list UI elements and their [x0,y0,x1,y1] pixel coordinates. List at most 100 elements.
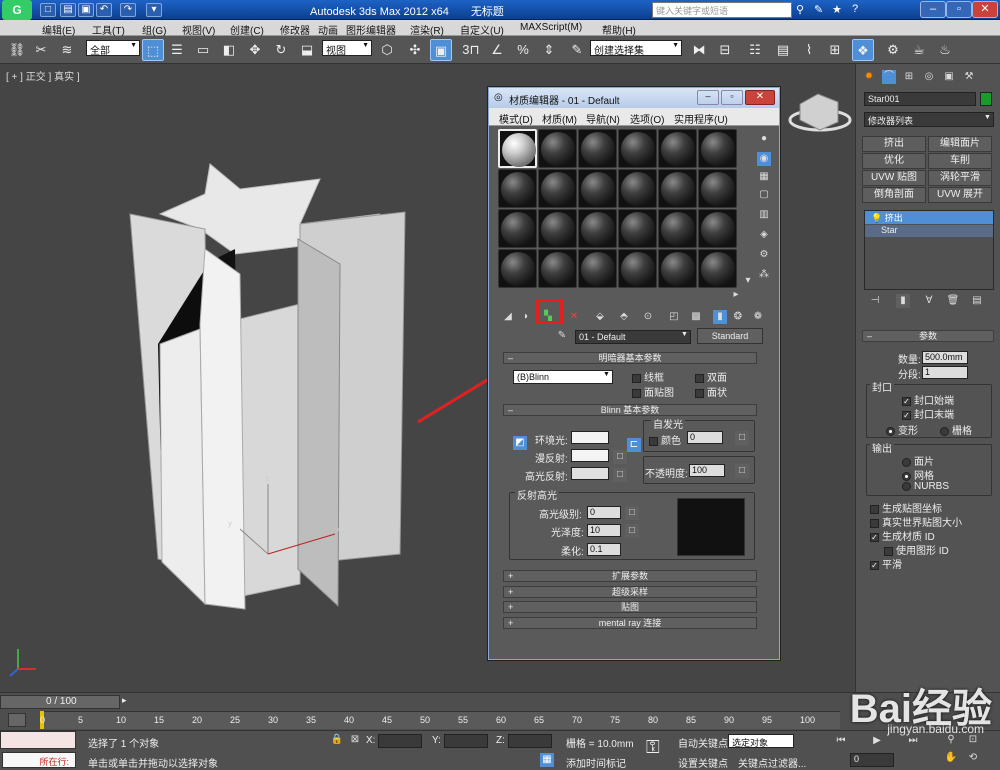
material-sample-slot[interactable] [578,209,617,248]
help-icon[interactable]: ? [852,3,858,15]
go-forward-sibling-icon[interactable]: ❂ [731,310,745,324]
modifier-list-dropdown[interactable]: 修改器列表 [864,112,994,127]
selection-set-dropdown[interactable]: 选定对象 [728,734,794,748]
eyedropper-icon[interactable]: ✎ [555,329,569,343]
material-sample-slot[interactable] [698,209,737,248]
mated-maximize-button[interactable]: ▫ [721,90,743,105]
remove-modifier-icon[interactable]: 🗑 [946,294,960,308]
hierarchy-tab-icon[interactable]: ⊞ [902,70,916,84]
goto-end-icon[interactable]: ⏭ [906,734,920,748]
show-map-icon[interactable]: ◰ [667,310,681,324]
set-key-icon[interactable]: ⚿ [646,737,660,758]
put-to-library-icon[interactable]: ⬘ [617,310,631,324]
mated-menu-mode[interactable]: 模式(D) [499,111,533,126]
y-coordinate-field[interactable] [444,734,488,748]
ambient-color-swatch[interactable] [571,431,609,444]
specular-color-swatch[interactable] [571,467,609,480]
binoculars-icon[interactable]: ⚲ [796,3,804,16]
material-sample-slot[interactable] [658,249,697,288]
key-filters-button[interactable]: 关键点过滤器... [738,755,806,770]
layer-manager-icon[interactable]: ☷ [744,39,766,61]
make-unique-modifier-icon[interactable]: ∀ [922,294,936,308]
mated-menu-navigation[interactable]: 导航(N) [586,111,620,126]
time-tag-icon[interactable]: ▦ [540,753,554,767]
material-sample-slot[interactable] [498,169,537,208]
material-sample-slot[interactable] [658,209,697,248]
material-sample-slot[interactable] [538,169,577,208]
show-end-result-icon[interactable]: ▩ [689,310,703,324]
auto-key-button[interactable]: 自动关键点 [678,735,728,750]
diffuse-color-swatch[interactable] [571,449,609,462]
mated-menu-options[interactable]: 选项(O) [630,111,664,126]
wire-option[interactable]: 线框 [632,369,664,384]
time-slider-next-icon[interactable]: ▸ [122,695,136,709]
align-icon[interactable]: ⊟ [714,39,736,61]
menu-help[interactable]: 帮助(H) [602,22,636,37]
close-button[interactable]: ✕ [972,1,998,18]
undo-icon[interactable]: ↶ [96,3,112,17]
help-search-input[interactable]: 键入关键字或短语 [652,2,792,18]
glossiness-map-button[interactable]: □ [625,524,639,538]
set-key-button[interactable]: 设置关键点 [678,755,728,770]
material-editor-titlebar[interactable]: ◎ 材质编辑器 - 01 - Default – ▫ ✕ [489,88,779,108]
material-sample-slot[interactable] [698,129,737,168]
selection-filter-dropdown[interactable]: 全部 [86,40,140,57]
self-illum-map-button[interactable]: □ [735,431,749,445]
material-id-icon[interactable]: ⊙ [641,310,655,324]
diffuse-map-button[interactable]: □ [613,450,627,464]
lightbulb-icon[interactable]: 💡 [871,213,882,223]
maximize-button[interactable]: ▫ [946,1,972,18]
quick-access-more-icon[interactable]: ▾ [146,3,162,17]
lock-diffuse-specular-icon[interactable]: ⊏ [627,438,641,452]
mod-button-extrude[interactable]: 挤出 [862,136,926,152]
maxscript-listener[interactable] [0,731,76,749]
material-editor-window[interactable]: ◎ 材质编辑器 - 01 - Default – ▫ ✕ 模式(D) 材质(M)… [488,87,780,660]
named-selection-dropdown[interactable]: 创建选择集 [590,40,682,57]
create-tab-icon[interactable]: ✹ [862,70,876,84]
mated-menu-material[interactable]: 材质(M) [542,111,577,126]
sample-type-icon[interactable]: ● [757,132,771,146]
keyboard-shortcut-override-icon[interactable]: ▣ [430,39,452,61]
real-world-size-option[interactable]: 真实世界贴图大小 [870,514,962,529]
modify-tab-icon[interactable]: ⌒ [882,70,896,84]
pin-stack-icon[interactable]: ⊣ [868,294,882,308]
pick-material-icon[interactable]: ❁ [751,310,765,324]
make-unique-icon[interactable]: ⬙ [593,310,607,324]
pivot-center-icon[interactable]: ⬡ [376,39,398,61]
material-type-button[interactable]: Standard [697,328,763,344]
uv-tiling-icon[interactable]: ▢ [757,188,771,202]
menu-maxscript[interactable]: MAXScript(M) [520,22,582,33]
output-nurbs-option[interactable]: NURBS [902,481,949,492]
select-by-name-icon[interactable]: ☰ [166,39,188,61]
new-file-icon[interactable]: □ [40,3,56,17]
material-sample-slot[interactable] [618,169,657,208]
material-sample-slot[interactable] [578,129,617,168]
schematic-view-icon[interactable]: ⊞ [824,39,846,61]
material-sample-slot[interactable] [578,249,617,288]
mod-button-optimize[interactable]: 优化 [862,153,926,169]
options-icon[interactable]: ⚙ [757,248,771,262]
stack-item-extrude[interactable]: 💡 挤出 [865,211,993,224]
utilities-tab-icon[interactable]: ⚒ [962,70,976,84]
material-sample-slot[interactable] [498,249,537,288]
menu-tools[interactable]: 工具(T) [92,22,125,37]
material-sample-slot[interactable] [498,129,537,168]
scroll-right-icon[interactable]: ▸ [729,288,743,302]
save-file-icon[interactable]: ▣ [78,3,94,17]
unlink-icon[interactable]: ✂ [30,39,52,61]
scale-icon[interactable]: ⬓ [296,39,318,61]
menu-rendering[interactable]: 渲染(R) [410,22,444,37]
faceted-option[interactable]: 面状 [695,384,727,399]
blinn-params-rollout[interactable]: – Blinn 基本参数 [503,404,757,416]
make-preview-icon[interactable]: ◈ [757,228,771,242]
go-to-parent-icon[interactable]: ▮ [713,310,727,324]
modifier-list-chevron-icon[interactable]: ▼ [984,114,991,121]
show-end-result-toggle-icon[interactable]: ▮ [896,294,910,308]
z-coordinate-field[interactable] [508,734,552,748]
face-map-option[interactable]: 面贴图 [632,384,674,399]
select-object-icon[interactable]: ⬚ [142,39,164,61]
object-name-field[interactable]: Star001 [864,92,976,106]
graphite-ribbon-icon[interactable]: ▤ [772,39,794,61]
shader-params-rollout[interactable]: – 明暗器基本参数 [503,352,757,364]
rectangular-selection-icon[interactable]: ▭ [192,39,214,61]
